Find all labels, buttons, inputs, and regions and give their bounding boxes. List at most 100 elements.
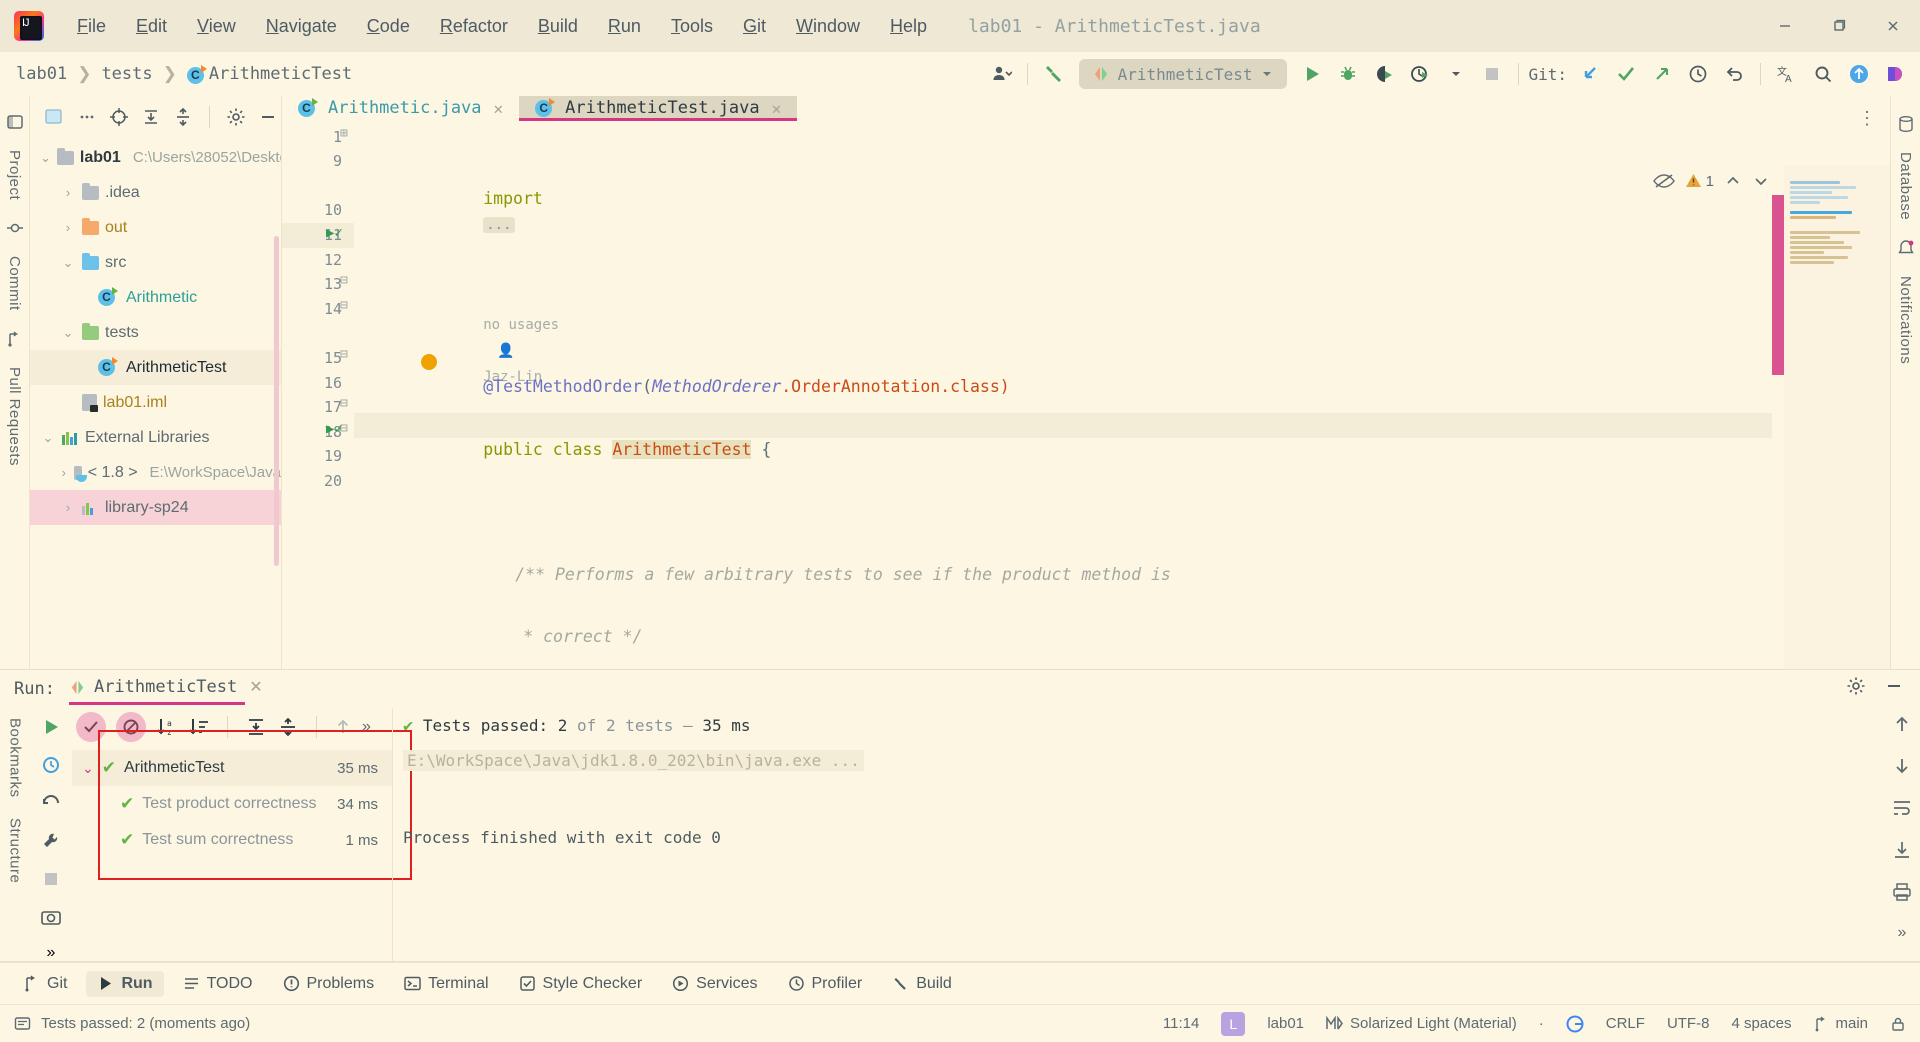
- test-row-sum[interactable]: ✔ Test sum correctness 1 ms: [72, 822, 392, 858]
- code-minimap[interactable]: [1784, 164, 1890, 669]
- settings-gear-icon[interactable]: [223, 104, 249, 130]
- intention-bulb-icon[interactable]: [421, 354, 437, 371]
- menu-item-help[interactable]: Help: [875, 12, 942, 41]
- fold-expand-icon[interactable]: ⊞: [340, 126, 348, 141]
- project-scrollbar[interactable]: [274, 236, 279, 566]
- tree-node-src[interactable]: ⌄ src: [30, 245, 281, 280]
- chevron-down-icon[interactable]: ⌄: [40, 430, 56, 446]
- toggle-auto-test-icon[interactable]: [40, 754, 62, 776]
- fold-collapse-icon[interactable]: ⊟: [340, 273, 348, 288]
- status-encoding[interactable]: UTF-8: [1667, 1015, 1710, 1032]
- run-test-gutter-icon[interactable]: ▶✓: [326, 421, 343, 437]
- run-settings-gear-icon[interactable]: [1846, 676, 1866, 696]
- chevron-right-icon[interactable]: ›: [60, 500, 76, 515]
- chevron-right-icon[interactable]: ›: [60, 220, 76, 235]
- previous-problem-icon[interactable]: [1724, 173, 1742, 189]
- scroll-down-icon[interactable]: [1892, 756, 1912, 776]
- test-console[interactable]: ✔ Tests passed: 2 of 2 tests – 35 ms E:\…: [392, 708, 1920, 962]
- menu-item-run[interactable]: Run: [593, 12, 656, 41]
- rail-label-structure[interactable]: Structure: [7, 818, 24, 883]
- hide-run-window-icon[interactable]: [1884, 676, 1904, 696]
- avatar[interactable]: L: [1221, 1011, 1246, 1036]
- stop-tests-icon[interactable]: [40, 868, 62, 890]
- menu-item-view[interactable]: View: [182, 12, 251, 41]
- database-panel-icon[interactable]: [1897, 115, 1915, 133]
- breadcrumb-item-folder[interactable]: tests: [97, 62, 156, 86]
- tree-node-out[interactable]: › out: [30, 210, 281, 245]
- rail-label-pull-requests[interactable]: Pull Requests: [6, 367, 23, 466]
- next-problem-icon[interactable]: [1752, 173, 1770, 189]
- profiler-dropdown-icon[interactable]: [1439, 57, 1473, 91]
- test-row-product[interactable]: ✔ Test product correctness 34 ms: [72, 786, 392, 822]
- menu-item-build[interactable]: Build: [523, 12, 593, 41]
- code-viewport[interactable]: 1 9 10 11 12 13 14 15 16 17 18 19 20 ⊞ ⊟…: [282, 120, 1890, 669]
- status-branch[interactable]: main: [1813, 1015, 1868, 1032]
- hide-hints-icon[interactable]: [1652, 173, 1675, 189]
- bottom-tab-services[interactable]: Services: [661, 971, 768, 997]
- tree-node-arithmetictest[interactable]: C ArithmeticTest: [30, 350, 281, 385]
- fold-collapse-icon[interactable]: ⊟: [340, 298, 348, 313]
- chevron-down-icon[interactable]: ⌄: [60, 255, 76, 271]
- rail-label-bookmarks[interactable]: Bookmarks: [7, 718, 24, 798]
- tree-node-lab01-iml[interactable]: lab01.iml: [30, 385, 281, 420]
- menu-item-refactor[interactable]: Refactor: [425, 12, 523, 41]
- menu-item-edit[interactable]: Edit: [121, 12, 182, 41]
- notifications-icon[interactable]: [1897, 239, 1915, 257]
- chevron-down-icon[interactable]: ⌄: [60, 325, 76, 341]
- rail-label-project[interactable]: Project: [6, 150, 23, 200]
- status-message-icon[interactable]: [14, 1015, 31, 1032]
- import-fold-placeholder[interactable]: ...: [483, 216, 515, 233]
- tree-node-lab01[interactable]: ⌄ lab01 C:\Users\28052\Desktop: [30, 140, 281, 175]
- chevron-right-icon[interactable]: ›: [60, 185, 76, 200]
- tree-node-jdk[interactable]: › < 1.8 > E:\WorkSpace\Java: [30, 455, 281, 490]
- ide-updates-icon[interactable]: [1842, 57, 1876, 91]
- expand-all-tests-icon[interactable]: [245, 717, 267, 737]
- user-accounts-icon[interactable]: [984, 57, 1018, 91]
- minimize-button[interactable]: [1758, 0, 1812, 52]
- rail-label-database[interactable]: Database: [1897, 152, 1914, 220]
- tree-node-library-sp24[interactable]: › library-sp24: [30, 490, 281, 525]
- undo-icon[interactable]: [1717, 57, 1751, 91]
- bottom-tab-todo[interactable]: TODO: [172, 971, 264, 997]
- google-translate-icon[interactable]: [1566, 1015, 1584, 1033]
- tree-node-tests[interactable]: ⌄ tests: [30, 315, 281, 350]
- git-update-project-icon[interactable]: [1573, 57, 1607, 91]
- more-run-actions-icon[interactable]: »: [47, 944, 56, 962]
- fold-collapse-icon[interactable]: ⊟: [340, 396, 348, 411]
- commit-panel-icon[interactable]: [6, 219, 24, 237]
- test-row-arithmetictest[interactable]: ⌄ ✔ ArithmeticTest 35 ms: [72, 750, 392, 786]
- soft-wrap-icon[interactable]: [1892, 798, 1912, 818]
- run-button[interactable]: [1295, 57, 1329, 91]
- debug-button[interactable]: [1331, 57, 1365, 91]
- profiler-button[interactable]: [1403, 57, 1437, 91]
- status-indent[interactable]: 4 spaces: [1731, 1015, 1791, 1032]
- close-tab-icon[interactable]: ✕: [772, 99, 782, 118]
- scroll-to-end-icon[interactable]: [1892, 840, 1912, 860]
- git-commit-icon[interactable]: [1609, 57, 1643, 91]
- menu-item-file[interactable]: File: [62, 12, 121, 41]
- bottom-tab-style-checker[interactable]: Style Checker: [508, 971, 654, 997]
- status-project-name[interactable]: lab01: [1267, 1015, 1304, 1032]
- stripe-marker[interactable]: [1772, 194, 1784, 375]
- maximize-button[interactable]: [1812, 0, 1866, 52]
- tree-node-idea[interactable]: › .idea: [30, 175, 281, 210]
- run-configuration-selector[interactable]: ArithmeticTest: [1078, 59, 1288, 89]
- stop-button[interactable]: [1475, 57, 1509, 91]
- show-ignored-tests-toggle[interactable]: [116, 712, 146, 742]
- test-tree[interactable]: ⌄ ✔ ArithmeticTest 35 ms ✔ Test product …: [72, 746, 392, 962]
- breadcrumb-item-class[interactable]: C ArithmeticTest: [183, 62, 356, 86]
- bottom-tab-terminal[interactable]: Terminal: [393, 971, 499, 997]
- editor-gutter[interactable]: 1 9 10 11 12 13 14 15 16 17 18 19 20 ⊞ ⊟…: [282, 120, 354, 669]
- menu-item-code[interactable]: Code: [352, 12, 425, 41]
- bottom-tab-profiler[interactable]: Profiler: [777, 971, 874, 997]
- hide-panel-icon[interactable]: [255, 104, 281, 130]
- chevron-down-icon[interactable]: ⌄: [40, 150, 51, 166]
- close-tab-icon[interactable]: ✕: [494, 99, 504, 118]
- fold-collapse-icon[interactable]: ⊟: [340, 347, 348, 362]
- tree-node-arithmetic[interactable]: C Arithmetic: [30, 280, 281, 315]
- scroll-from-source-icon[interactable]: [106, 104, 132, 130]
- rail-label-commit[interactable]: Commit: [6, 256, 23, 311]
- editor-tab-arithmetictest[interactable]: C ArithmeticTest.java ✕: [519, 96, 798, 121]
- more-options-icon[interactable]: [74, 104, 100, 130]
- translate-icon[interactable]: 文A: [1770, 57, 1804, 91]
